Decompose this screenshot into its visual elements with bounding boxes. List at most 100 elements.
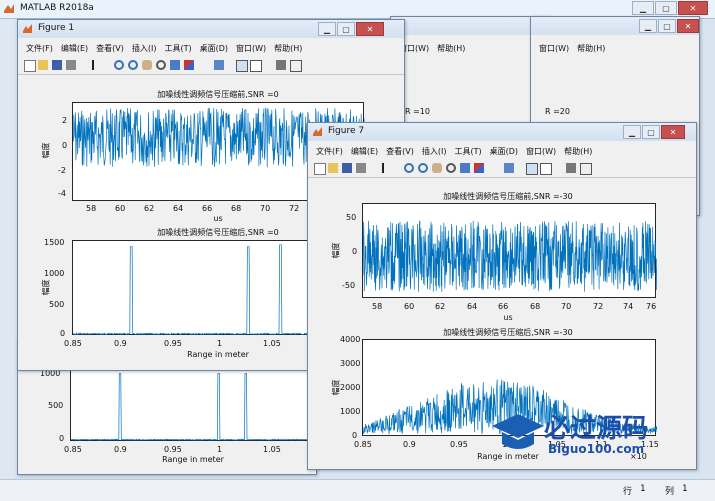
save-icon[interactable] xyxy=(342,163,352,173)
fig1-bot-title: 加噪线性调频信号压缩后,SNR =0 xyxy=(157,228,279,237)
fig7-top-title: 加噪线性调频信号压缩前,SNR =-30 xyxy=(443,192,573,201)
figure-icon xyxy=(313,127,322,136)
fig7-top-xtick: 74 xyxy=(623,302,634,311)
fig1-close-button[interactable]: ✕ xyxy=(356,22,384,36)
zoom-in-icon[interactable] xyxy=(404,163,414,173)
menu-desktop[interactable]: 桌面(D) xyxy=(486,144,522,160)
fig7-top-xtick: 76 xyxy=(646,302,657,311)
fig1-bot-xtick: 0.85 xyxy=(64,339,82,348)
fig1-top-ylabel: 幅度 xyxy=(41,142,51,159)
zoom-out-icon[interactable] xyxy=(418,163,428,173)
bgb-minimize-button[interactable]: ▁ xyxy=(639,19,657,33)
fig7-top-xtick: 72 xyxy=(593,302,604,311)
data-cursor-icon[interactable] xyxy=(460,163,470,173)
show-tools-icon[interactable] xyxy=(290,60,302,72)
fig7-close-button[interactable]: ✕ xyxy=(661,125,685,139)
hide-tools-icon[interactable] xyxy=(566,163,576,173)
colorbar-icon[interactable] xyxy=(526,163,538,175)
pointer-icon[interactable] xyxy=(382,163,390,173)
fig7-minimize-button[interactable]: ▁ xyxy=(623,125,641,139)
legend-icon[interactable] xyxy=(540,163,552,175)
fig7-top-xtick: 64 xyxy=(467,302,478,311)
fig1-minimize-button[interactable]: ▁ xyxy=(318,22,336,36)
fig1-bot-xtick: 1 xyxy=(217,339,223,348)
menu-file[interactable]: 文件(F) xyxy=(22,41,57,57)
menu-window[interactable]: 窗口(W) xyxy=(522,144,560,160)
watermark: 必过源码 Biguo100.com xyxy=(488,408,688,468)
watermark-text-cn: 必过源码 xyxy=(544,414,649,444)
minimize-button[interactable]: ▁ xyxy=(632,1,654,15)
menu-view[interactable]: 查看(V) xyxy=(92,41,128,57)
bgc-xtick: 0.85 xyxy=(64,445,82,454)
col-value: 1 xyxy=(682,484,688,494)
fig7-top-ylabel: 幅度 xyxy=(331,242,341,259)
save-icon[interactable] xyxy=(52,60,62,70)
open-icon[interactable] xyxy=(38,60,48,70)
figure-1-titlebar[interactable]: Figure 1 ▁ ▢ ✕ xyxy=(18,20,404,38)
close-button[interactable]: ✕ xyxy=(678,1,708,15)
hide-tools-icon[interactable] xyxy=(276,60,286,70)
print-icon[interactable] xyxy=(66,60,76,70)
open-icon[interactable] xyxy=(328,163,338,173)
bgc-xtick: 0.95 xyxy=(164,445,182,454)
data-cursor-icon[interactable] xyxy=(170,60,180,70)
fig7-bot-xtick: 0.85 xyxy=(354,440,372,449)
fig7-bot-ytick: 4000 xyxy=(340,335,361,344)
new-figure-icon[interactable] xyxy=(314,163,326,175)
brush-icon[interactable] xyxy=(474,163,484,173)
bgb-close-button[interactable]: ✕ xyxy=(677,19,699,33)
menu-insert[interactable]: 插入(I) xyxy=(418,144,451,160)
fig7-bot-ytick: 3000 xyxy=(340,359,361,368)
new-figure-icon[interactable] xyxy=(24,60,36,72)
bgb-snr-label: R =20 xyxy=(545,107,570,116)
zoom-in-icon[interactable] xyxy=(114,60,124,70)
menu-help[interactable]: 帮助(H) xyxy=(560,144,596,160)
legend-icon[interactable] xyxy=(250,60,262,72)
menu-file[interactable]: 文件(F) xyxy=(312,144,347,160)
row-label: 行 xyxy=(623,487,633,497)
pan-icon[interactable] xyxy=(142,60,152,70)
zoom-out-icon[interactable] xyxy=(128,60,138,70)
bgb-menu-window[interactable]: 窗口(W) xyxy=(535,41,573,57)
matlab-logo-icon xyxy=(4,4,14,13)
row-value: 1 xyxy=(640,484,646,494)
menu-window[interactable]: 窗口(W) xyxy=(232,41,270,57)
pan-icon[interactable] xyxy=(432,163,442,173)
bgc-ytick: 0 xyxy=(59,434,65,443)
pointer-icon[interactable] xyxy=(92,60,100,70)
fig1-bot-xtick: 1.05 xyxy=(263,339,281,348)
fig1-top-xtick: 62 xyxy=(144,204,155,213)
menu-tools[interactable]: 工具(T) xyxy=(160,41,195,57)
fig1-bot-ytick: 500 xyxy=(49,300,65,309)
rotate-icon[interactable] xyxy=(156,60,166,70)
fig7-top-axes xyxy=(362,203,657,298)
maximize-button[interactable]: ▢ xyxy=(655,1,677,15)
menu-insert[interactable]: 插入(I) xyxy=(128,41,161,57)
menu-edit[interactable]: 编辑(E) xyxy=(57,41,92,57)
figure-7-titlebar[interactable]: Figure 7 ▁ ▢ ✕ xyxy=(308,123,696,141)
link-plot-icon[interactable] xyxy=(504,163,514,173)
matlab-left-panel xyxy=(0,19,14,479)
colorbar-icon[interactable] xyxy=(236,60,248,72)
bg-menu-help[interactable]: 帮助(H) xyxy=(433,41,469,57)
print-icon[interactable] xyxy=(356,163,366,173)
menu-help[interactable]: 帮助(H) xyxy=(270,41,306,57)
fig7-top-ytick: 50 xyxy=(346,213,357,222)
fig7-toolbar xyxy=(308,161,696,178)
bgb-maximize-button[interactable]: ▢ xyxy=(658,19,676,33)
bgc-ytick: 500 xyxy=(48,401,64,410)
fig1-top-xtick: 66 xyxy=(202,204,213,213)
show-tools-icon[interactable] xyxy=(580,163,592,175)
menu-tools[interactable]: 工具(T) xyxy=(450,144,485,160)
fig7-maximize-button[interactable]: ▢ xyxy=(642,125,660,139)
figure-icon xyxy=(23,24,32,33)
link-plot-icon[interactable] xyxy=(214,60,224,70)
menu-view[interactable]: 查看(V) xyxy=(382,144,418,160)
menu-edit[interactable]: 编辑(E) xyxy=(347,144,382,160)
brush-icon[interactable] xyxy=(184,60,194,70)
fig1-maximize-button[interactable]: ▢ xyxy=(337,22,355,36)
rotate-icon[interactable] xyxy=(446,163,456,173)
menu-desktop[interactable]: 桌面(D) xyxy=(196,41,232,57)
bgb-menu-help[interactable]: 帮助(H) xyxy=(573,41,609,57)
fig1-top-xtick: 70 xyxy=(260,204,271,213)
